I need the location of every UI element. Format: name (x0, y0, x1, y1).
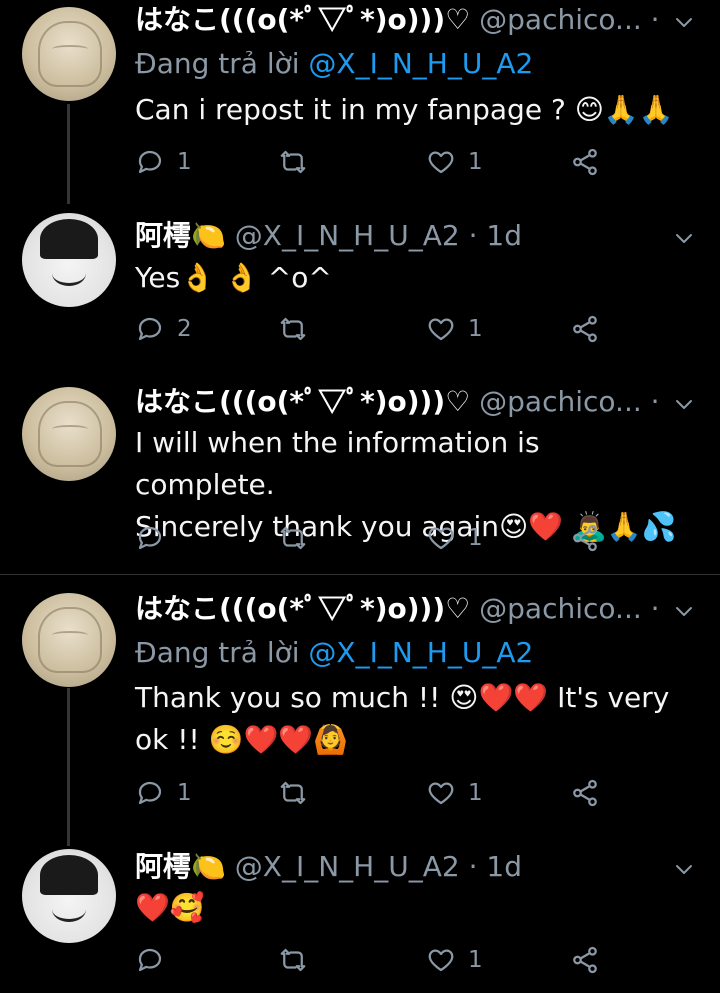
share-icon (570, 778, 600, 808)
chevron-down-icon[interactable] (672, 392, 696, 416)
chevron-down-icon[interactable] (672, 599, 696, 623)
display-name[interactable]: はなこ(((o(*ﾟ▽ﾟ*)o)))♡ (135, 592, 470, 625)
retweet-button[interactable] (278, 778, 308, 808)
share-button[interactable] (570, 523, 600, 553)
retweet-icon (278, 945, 308, 975)
user-handle[interactable]: @X_I_N_H_U_A2 (235, 850, 460, 883)
share-icon (570, 523, 600, 553)
user-handle[interactable]: @X_I_N_H_U_A2 (235, 219, 460, 252)
reply-button[interactable]: 2 (135, 314, 192, 344)
tweet[interactable]: はなこ(((o(*ﾟ▽ﾟ*)o)))♡ @pachico... · 1d Đan… (0, 0, 720, 200)
like-count: 1 (468, 947, 483, 973)
tweet[interactable]: 阿樗🍋 @X_I_N_H_U_A2 · 1d Yes👌 👌 ^o^ 2 1 (0, 200, 720, 370)
tweet-text-line: Thank you so much !! 😍❤️❤️ It's very (135, 681, 670, 714)
reply-count: 1 (177, 149, 192, 175)
reply-icon (135, 147, 165, 177)
tweet-header: はなこ(((o(*ﾟ▽ﾟ*)o)))♡ @pachico... · 1d (135, 382, 660, 422)
tweet[interactable]: 阿樗🍋 @X_I_N_H_U_A2 · 1d ❤️🥰 1 (0, 835, 720, 993)
tweet-text: Thank you so much !! 😍❤️❤️ It's very ok … (135, 677, 680, 761)
retweet-icon (278, 314, 308, 344)
like-count: 1 (468, 780, 483, 806)
reply-button[interactable]: 1 (135, 147, 192, 177)
tweet[interactable]: はなこ(((o(*ﾟ▽ﾟ*)o)))♡ @pachico... · 1d Đan… (0, 575, 720, 835)
like-button[interactable]: 1 (426, 314, 483, 344)
tweet-header: 阿樗🍋 @X_I_N_H_U_A2 · 1d (135, 216, 660, 256)
share-icon (570, 945, 600, 975)
chevron-down-icon[interactable] (672, 10, 696, 34)
retweet-button[interactable] (278, 945, 308, 975)
reply-count: 2 (177, 316, 192, 342)
separator: · (468, 219, 478, 252)
like-icon (426, 314, 456, 344)
like-icon (426, 523, 456, 553)
like-button[interactable]: 1 (426, 778, 483, 808)
retweet-icon (278, 523, 308, 553)
timestamp[interactable]: 1d (486, 850, 522, 883)
replying-to: Đang trả lời @X_I_N_H_U_A2 (135, 44, 533, 84)
tweet-header: はなこ(((o(*ﾟ▽ﾟ*)o)))♡ @pachico... · 1d (135, 589, 660, 629)
display-name[interactable]: はなこ(((o(*ﾟ▽ﾟ*)o)))♡ (135, 385, 470, 418)
reply-icon (135, 314, 165, 344)
tweet-text-line: ok !! ☺️❤️❤️🙆 (135, 723, 349, 756)
reply-icon (135, 778, 165, 808)
avatar[interactable] (22, 593, 116, 687)
display-name[interactable]: 阿樗🍋 (135, 219, 226, 252)
reply-button[interactable]: 1 (135, 778, 192, 808)
replying-handle[interactable]: @X_I_N_H_U_A2 (308, 47, 533, 80)
user-handle[interactable]: @pachico... (479, 592, 642, 625)
separator: · (650, 385, 660, 418)
replying-to: Đang trả lời @X_I_N_H_U_A2 (135, 633, 533, 673)
user-handle[interactable]: @pachico... (479, 3, 642, 36)
tweet-text: ❤️🥰 (135, 891, 205, 924)
tweet-text-line: I will when the information is complete. (135, 426, 540, 501)
tweet-text: Can i repost it in my fanpage ? 😊🙏🙏 (135, 93, 674, 126)
like-button[interactable]: 1 (426, 523, 483, 553)
retweet-button[interactable] (278, 523, 308, 553)
tweet[interactable]: はなこ(((o(*ﾟ▽ﾟ*)o)))♡ @pachico... · 1d I w… (0, 370, 720, 574)
display-name[interactable]: 阿樗🍋 (135, 850, 226, 883)
separator: · (468, 850, 478, 883)
like-count: 1 (468, 316, 483, 342)
avatar[interactable] (22, 387, 116, 481)
like-icon (426, 945, 456, 975)
retweet-icon (278, 147, 308, 177)
share-button[interactable] (570, 778, 600, 808)
reply-icon (135, 945, 165, 975)
chevron-down-icon[interactable] (672, 857, 696, 881)
reply-icon (135, 523, 165, 553)
tweet-text: Yes👌 👌 ^o^ (135, 261, 332, 294)
share-button[interactable] (570, 147, 600, 177)
tweet-header: 阿樗🍋 @X_I_N_H_U_A2 · 1d (135, 847, 660, 887)
share-icon (570, 147, 600, 177)
retweet-button[interactable] (278, 314, 308, 344)
like-icon (426, 778, 456, 808)
replying-handle[interactable]: @X_I_N_H_U_A2 (308, 636, 533, 669)
share-button[interactable] (570, 945, 600, 975)
like-button[interactable]: 1 (426, 945, 483, 975)
share-icon (570, 314, 600, 344)
chevron-down-icon[interactable] (672, 226, 696, 250)
avatar[interactable] (22, 849, 116, 943)
avatar[interactable] (22, 7, 116, 101)
user-handle[interactable]: @pachico... (479, 385, 642, 418)
share-button[interactable] (570, 314, 600, 344)
like-icon (426, 147, 456, 177)
replying-label: Đang trả lời (135, 636, 300, 669)
replying-label: Đang trả lời (135, 47, 300, 80)
like-count: 1 (468, 525, 483, 551)
display-name[interactable]: はなこ(((o(*ﾟ▽ﾟ*)o)))♡ (135, 3, 470, 36)
reply-button[interactable] (135, 523, 165, 553)
reply-button[interactable] (135, 945, 165, 975)
like-button[interactable]: 1 (426, 147, 483, 177)
like-count: 1 (468, 149, 483, 175)
separator: · (650, 592, 660, 625)
retweet-button[interactable] (278, 147, 308, 177)
tweet-header: はなこ(((o(*ﾟ▽ﾟ*)o)))♡ @pachico... · 1d (135, 0, 660, 40)
avatar[interactable] (22, 213, 116, 307)
timestamp[interactable]: 1d (486, 219, 522, 252)
separator: · (650, 3, 660, 36)
retweet-icon (278, 778, 308, 808)
reply-count: 1 (177, 780, 192, 806)
